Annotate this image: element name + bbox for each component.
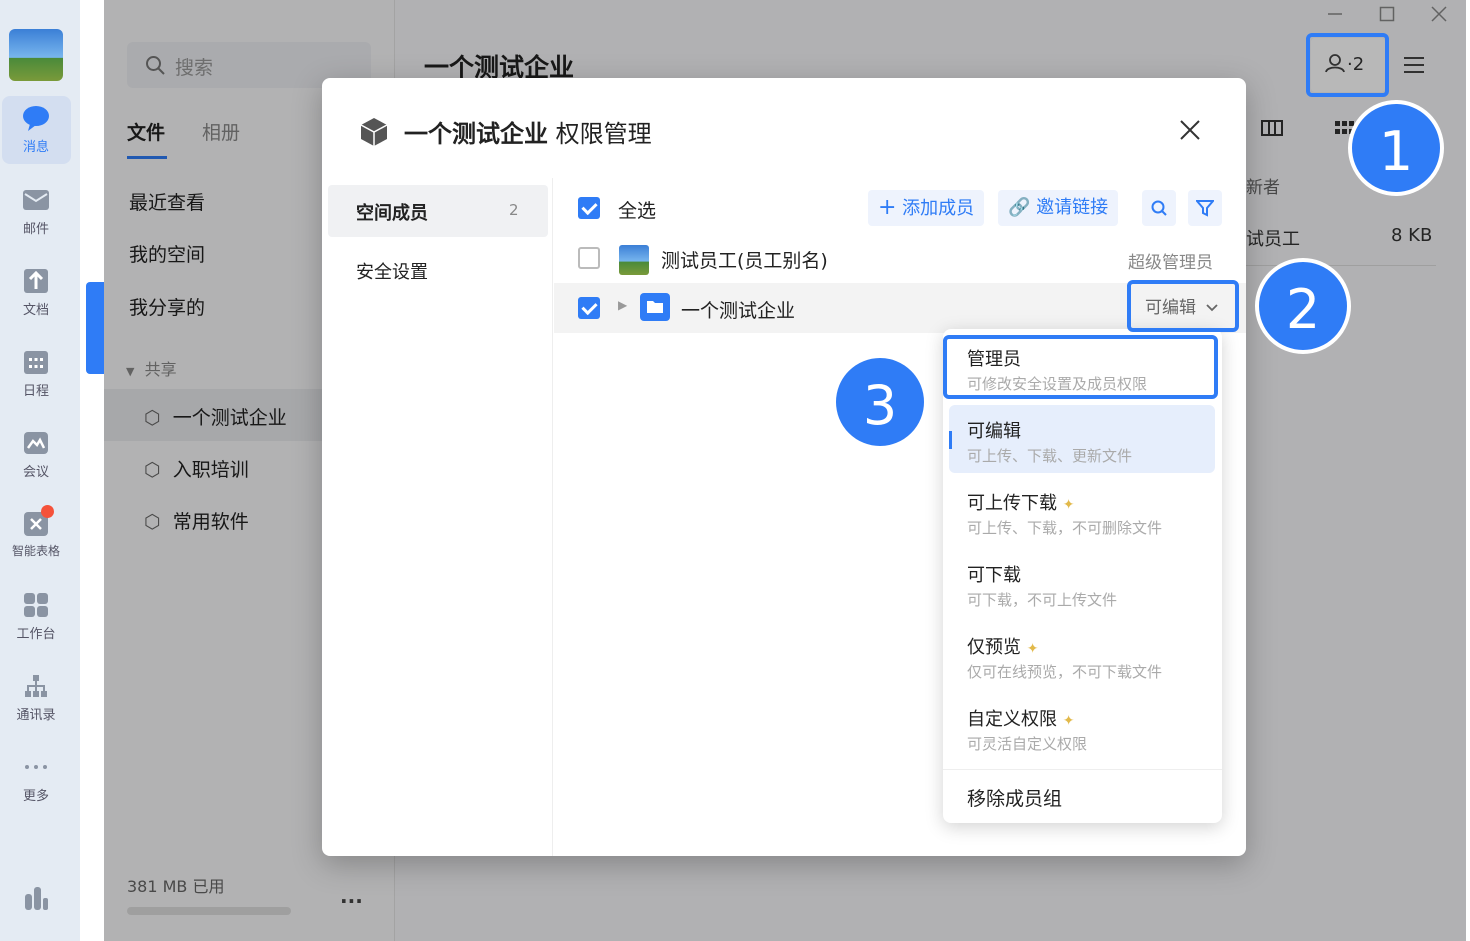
role-option-title-wrap: 自定义权限 ✦ <box>967 705 1074 731</box>
stats-icon[interactable] <box>22 884 50 912</box>
user-avatar[interactable] <box>9 29 63 81</box>
role-option-title: 可上传下载 <box>967 493 1057 514</box>
close-dialog-icon[interactable] <box>1180 120 1200 140</box>
rail-item-messages[interactable]: 消息 <box>0 104 72 155</box>
chat-icon <box>23 106 49 131</box>
role-option-desc: 可下载，不可上传文件 <box>967 591 1118 609</box>
select-all-label: 全选 <box>618 200 657 222</box>
highlight-box-1 <box>1306 33 1389 97</box>
member-checkbox[interactable] <box>578 247 600 269</box>
cube-icon <box>360 118 388 146</box>
premium-star-icon: ✦ <box>1062 497 1075 513</box>
more-icon <box>25 765 47 769</box>
notification-dot <box>41 505 54 518</box>
role-option-title: 自定义权限 <box>967 709 1057 730</box>
step-badge-2: 2 <box>1255 258 1351 354</box>
plus-icon: + <box>878 195 897 220</box>
contacts-icon <box>25 675 47 697</box>
rail-label: 工作台 <box>16 627 56 642</box>
expand-caret-icon[interactable]: ▶ <box>618 298 627 312</box>
premium-star-icon: ✦ <box>1026 641 1039 657</box>
member-name: 一个测试企业 <box>681 300 796 322</box>
rail-label: 会议 <box>22 465 49 480</box>
search-members-button[interactable] <box>1142 190 1176 226</box>
role-option-desc: 可上传、下载、更新文件 <box>967 447 1133 465</box>
app-rail: 消息 邮件 文档 日程 会议 智能表格 工作台 通讯录 更多 <box>0 0 80 941</box>
add-member-button[interactable]: + 添加成员 <box>868 190 985 226</box>
member-count-badge: 2 <box>509 201 519 219</box>
role-option-title: 可编辑 <box>967 421 1021 442</box>
role-option-title: 仅预览 <box>967 637 1021 658</box>
role-option-custom[interactable]: 自定义权限 ✦ 可灵活自定义权限 <box>943 693 1222 761</box>
rail-active-marker <box>86 282 104 374</box>
rail-label: 邮件 <box>22 222 49 237</box>
rail-item-contacts[interactable]: 通讯录 <box>0 672 72 723</box>
highlight-box-3 <box>943 335 1218 399</box>
role-option-title-wrap: 可上传下载 ✦ <box>967 489 1074 515</box>
role-option-preview[interactable]: 仅预览 ✦ 仅可在线预览，不可下载文件 <box>943 621 1222 689</box>
rail-item-workbench[interactable]: 工作台 <box>0 591 72 642</box>
rail-item-docs[interactable]: 文档 <box>0 267 72 318</box>
role-option-desc: 可灵活自定义权限 <box>967 735 1088 753</box>
tab-space-members[interactable]: 空间成员 2 <box>328 185 548 237</box>
folder-icon <box>640 293 670 321</box>
step-badge-1: 1 <box>1348 100 1444 196</box>
dropdown-divider <box>943 769 1222 770</box>
role-option-title-wrap: 仅预览 ✦ <box>967 633 1038 659</box>
role-option-edit[interactable]: 可编辑 可上传、下载、更新文件 <box>949 405 1215 473</box>
rail-label: 智能表格 <box>11 544 60 558</box>
filter-icon <box>1196 200 1214 217</box>
invite-link-button[interactable]: 🔗 邀请链接 <box>998 190 1119 226</box>
rail-item-calendar[interactable]: 日程 <box>0 348 72 399</box>
step-badge-3: 3 <box>832 354 928 450</box>
rail-label: 更多 <box>22 789 49 804</box>
filter-button[interactable] <box>1188 190 1222 226</box>
remove-group-option[interactable]: 移除成员组 <box>967 784 1062 811</box>
highlight-box-2 <box>1127 280 1239 332</box>
rail-item-more[interactable]: 更多 <box>0 753 72 804</box>
tab-label: 空间成员 <box>356 203 428 224</box>
role-option-desc: 可上传、下载，不可删除文件 <box>967 519 1163 537</box>
role-dropdown: 管理员 可修改安全设置及成员权限 可编辑 可上传、下载、更新文件 可上传下载 ✦… <box>943 329 1222 823</box>
role-option-download[interactable]: 可下载 可下载，不可上传文件 <box>943 549 1222 617</box>
role-option-title: 可下载 <box>967 565 1021 586</box>
dialog-title-space: 一个测试企业 <box>404 120 548 148</box>
premium-star-icon: ✦ <box>1062 713 1075 729</box>
member-name: 测试员工(员工别名) <box>661 250 828 272</box>
role-option-upload-download[interactable]: 可上传下载 ✦ 可上传、下载，不可删除文件 <box>943 477 1222 545</box>
rail-label: 消息 <box>22 140 49 155</box>
rail-item-mail[interactable]: 邮件 <box>0 186 72 237</box>
dialog-title-suffix: 权限管理 <box>555 120 652 148</box>
member-role: 超级管理员 <box>1128 253 1213 273</box>
rail-label: 通讯录 <box>16 708 56 723</box>
meeting-icon <box>24 432 48 454</box>
member-avatar <box>619 245 649 275</box>
select-all-checkbox[interactable] <box>578 197 600 219</box>
tab-security-settings[interactable]: 安全设置 <box>356 258 428 284</box>
rail-item-smart-table[interactable]: 智能表格 <box>0 510 72 559</box>
workbench-icon <box>24 593 48 617</box>
link-icon: 🔗 <box>1008 197 1031 218</box>
rail-label: 文档 <box>22 303 49 318</box>
search-icon <box>1151 200 1167 216</box>
doc-icon <box>24 269 48 293</box>
dialog-title: 一个测试企业 权限管理 <box>404 114 652 149</box>
mail-icon <box>23 190 49 210</box>
invite-link-label: 邀请链接 <box>1036 197 1109 218</box>
member-checkbox[interactable] <box>578 297 600 319</box>
rail-label: 日程 <box>22 384 49 399</box>
selected-indicator <box>949 431 952 449</box>
role-option-desc: 仅可在线预览，不可下载文件 <box>967 663 1163 681</box>
add-member-label: 添加成员 <box>902 198 975 219</box>
calendar-icon <box>24 351 48 374</box>
rail-item-meeting[interactable]: 会议 <box>0 429 72 480</box>
